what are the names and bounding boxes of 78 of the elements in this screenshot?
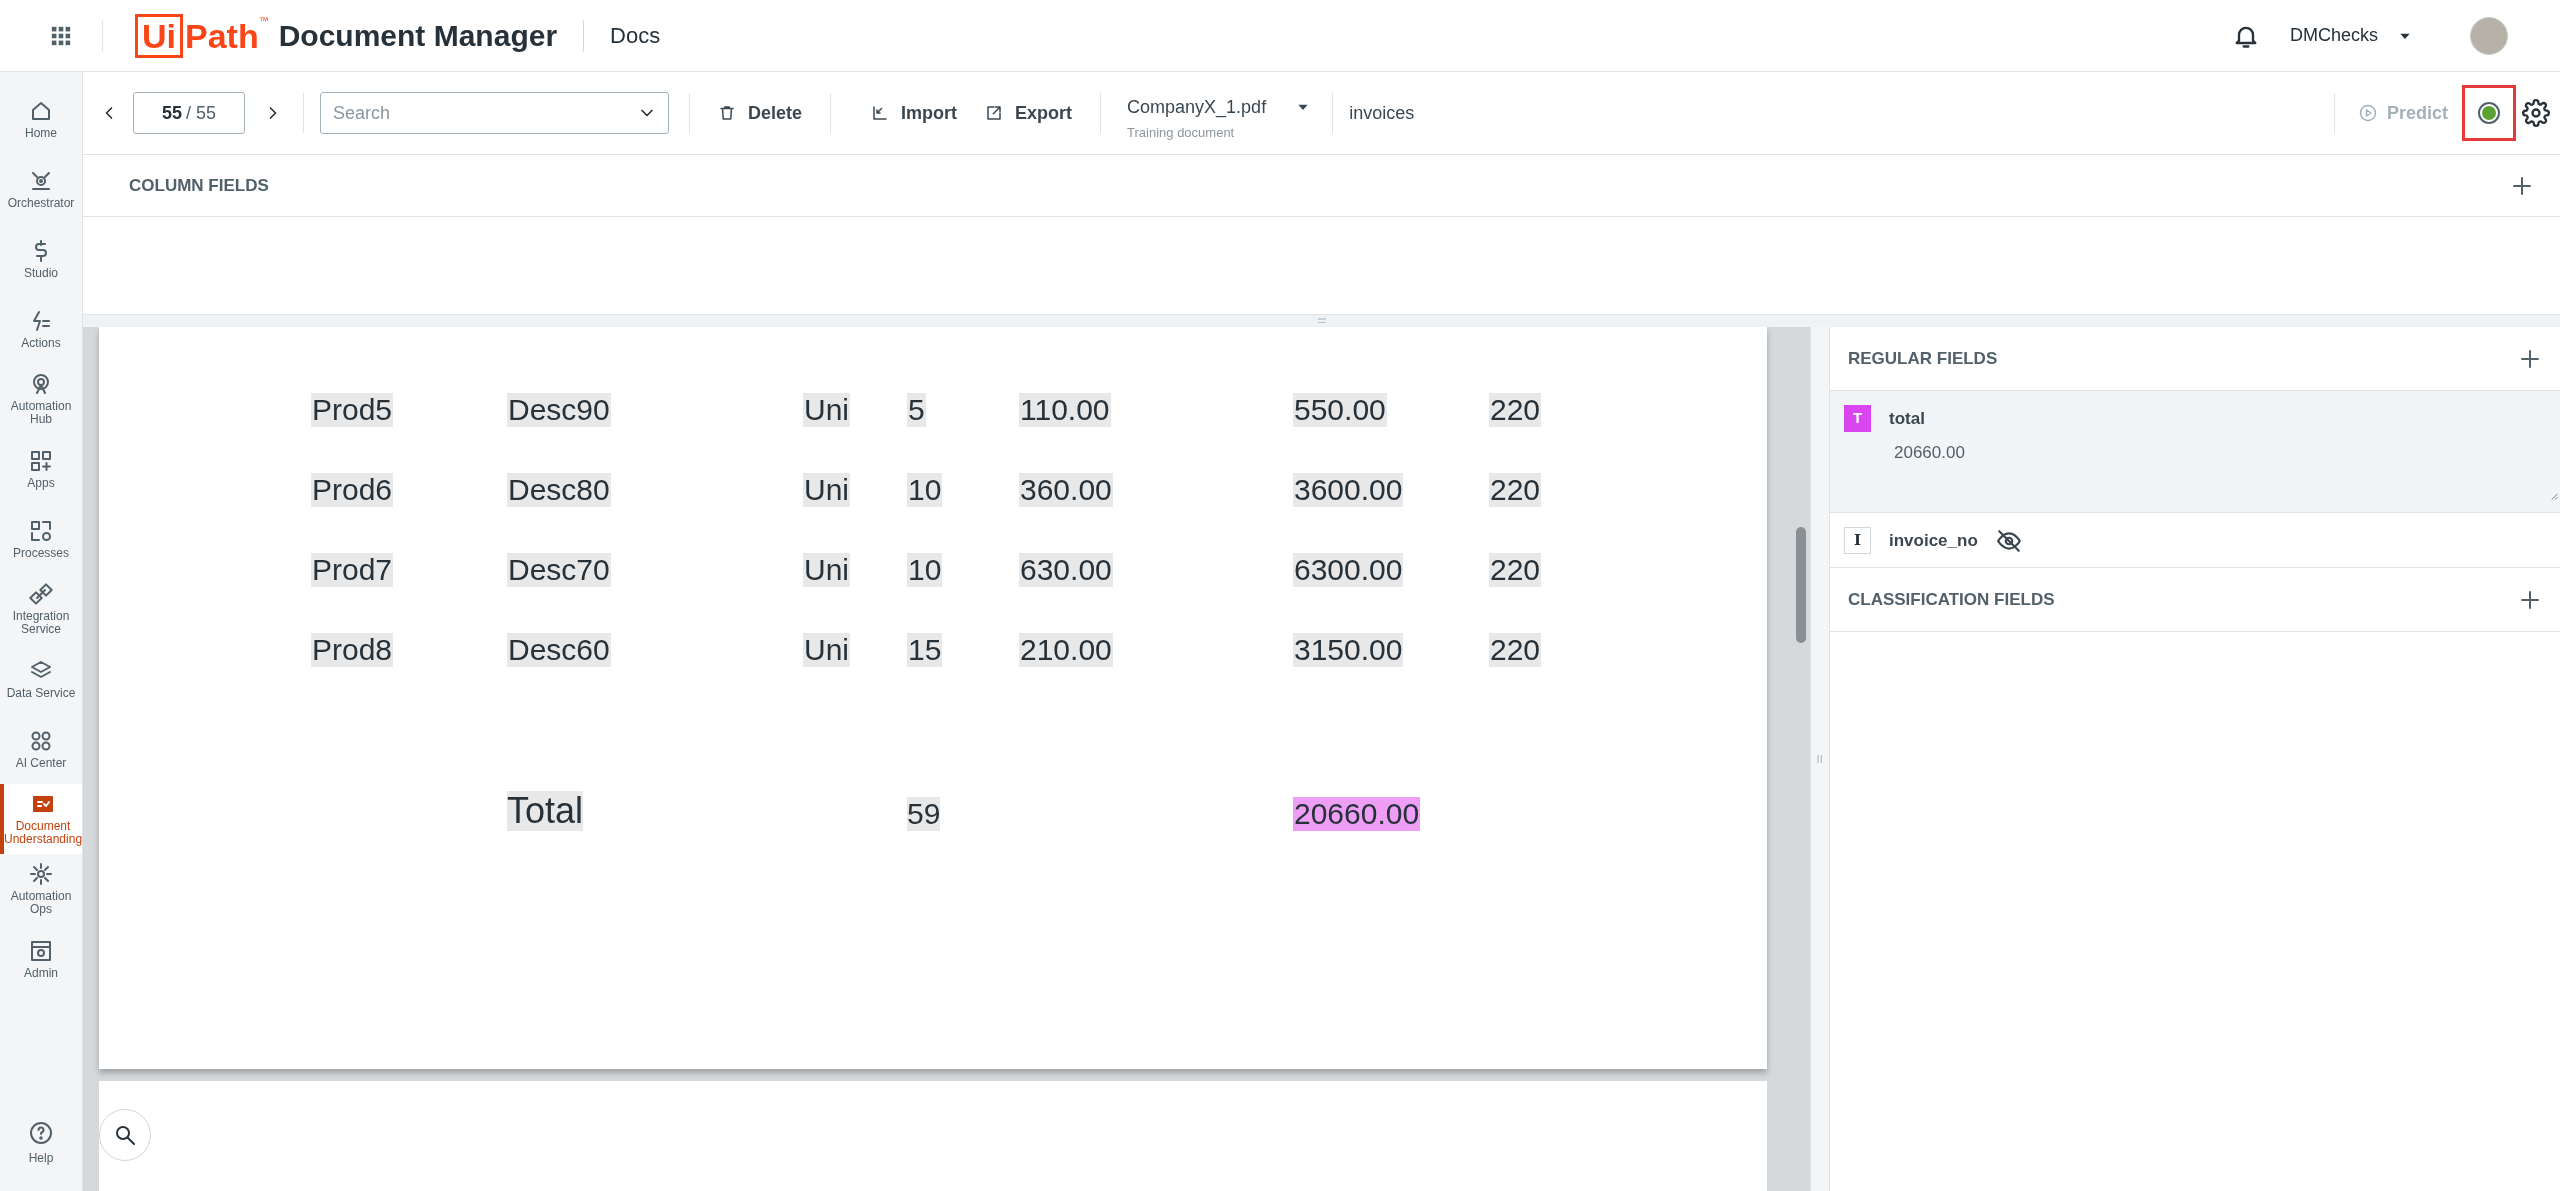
sidebar-item[interactable]: Studio bbox=[0, 224, 82, 294]
document-text: Desc90 bbox=[507, 393, 611, 427]
document-text: 110.00 bbox=[1019, 393, 1111, 427]
document-text: 360.00 bbox=[1019, 473, 1113, 507]
document-text: 6300.00 bbox=[1293, 553, 1404, 587]
sidebar-item[interactable]: Actions bbox=[0, 294, 82, 364]
document-text: 59 bbox=[907, 797, 941, 831]
field-name: total bbox=[1889, 407, 1925, 430]
scrollbar-thumb[interactable] bbox=[1796, 527, 1806, 643]
import-icon bbox=[871, 104, 890, 122]
sidebar-item[interactable]: Automation Hub bbox=[0, 364, 82, 434]
document-text: Uni bbox=[803, 553, 850, 587]
import-button[interactable]: Import bbox=[871, 99, 958, 127]
play-icon bbox=[2358, 104, 2377, 122]
document-text: Desc70 bbox=[507, 553, 611, 587]
field-item[interactable]: T total 20660.00 bbox=[1830, 391, 2560, 513]
document-text: 15 bbox=[907, 633, 943, 667]
field-name: invoice_no bbox=[1889, 529, 1978, 552]
section-title: Docs bbox=[610, 22, 661, 50]
document-text: 20660.00 bbox=[1293, 797, 1421, 831]
apps-grid-icon[interactable] bbox=[50, 24, 72, 47]
sidebar-item[interactable]: Document Understanding bbox=[0, 784, 82, 854]
document-text: 210.00 bbox=[1019, 633, 1113, 667]
help-button[interactable]: Help bbox=[0, 1121, 82, 1191]
document-text: Uni bbox=[803, 473, 850, 507]
document-text: Prod5 bbox=[311, 393, 394, 427]
help-icon bbox=[29, 1121, 53, 1145]
document-text: Prod6 bbox=[311, 473, 394, 507]
document-text: 3600.00 bbox=[1293, 473, 1404, 507]
uipath-logo: Ui Path™ Document Manager bbox=[135, 13, 558, 58]
apps-icon bbox=[29, 448, 53, 473]
field-value: 20660.00 bbox=[1894, 442, 1966, 464]
field-type-badge: I bbox=[1844, 527, 1871, 554]
document-text: 550.00 bbox=[1293, 393, 1387, 427]
document-text: Desc60 bbox=[507, 633, 611, 667]
section-header: COLUMN FIELDS bbox=[129, 174, 269, 197]
document-text: 3150.00 bbox=[1293, 633, 1404, 667]
document-text: Prod8 bbox=[311, 633, 394, 667]
user-menu[interactable]: DMChecks bbox=[2290, 22, 2412, 49]
export-icon bbox=[985, 104, 1004, 122]
document-text: Prod7 bbox=[311, 553, 394, 587]
delete-button[interactable]: Delete bbox=[718, 99, 803, 127]
document-text: 5 bbox=[907, 393, 926, 427]
search-field[interactable]: Search bbox=[320, 92, 669, 134]
document-text: 220 bbox=[1489, 473, 1542, 507]
sidebar-item[interactable]: Admin bbox=[0, 924, 82, 994]
sidebar-item[interactable]: Apps bbox=[0, 434, 82, 504]
document-text: 10 bbox=[907, 473, 943, 507]
document-text: 220 bbox=[1489, 553, 1542, 587]
eye-slash-icon[interactable] bbox=[1995, 527, 2022, 554]
sidebar-item[interactable]: Processes bbox=[0, 504, 82, 574]
document-text: 10 bbox=[907, 553, 943, 587]
settings-icon[interactable] bbox=[2522, 99, 2550, 127]
document-text: Total bbox=[507, 791, 584, 831]
processes-icon bbox=[29, 518, 53, 543]
field-type-badge: T bbox=[1844, 405, 1871, 432]
sidebar-item[interactable]: Integration Service bbox=[0, 574, 82, 644]
sidebar-item[interactable]: Automation Ops bbox=[0, 854, 82, 924]
file-type-label: Training document bbox=[1127, 123, 1236, 142]
sidebar-item[interactable]: AI Center bbox=[0, 714, 82, 784]
document-text: Uni bbox=[803, 633, 850, 667]
document-text: Desc80 bbox=[507, 473, 611, 507]
export-button[interactable]: Export bbox=[985, 99, 1073, 127]
file-dropdown[interactable]: CompanyX_1.pdf bbox=[1127, 93, 1311, 121]
taxonomy-label: invoices bbox=[1349, 101, 1415, 125]
document-text: Uni bbox=[803, 393, 850, 427]
document-text: 220 bbox=[1489, 633, 1542, 667]
section-header: REGULAR FIELDS bbox=[1848, 347, 1998, 370]
delete-icon bbox=[718, 104, 736, 122]
sidebar-item[interactable]: Data Service bbox=[0, 644, 82, 714]
page-input[interactable]: 55 / 55 bbox=[133, 92, 245, 134]
sidebar-item[interactable]: Orchestrator bbox=[0, 154, 82, 224]
status-toggle[interactable] bbox=[2462, 85, 2516, 141]
section-header: CLASSIFICATION FIELDS bbox=[1848, 588, 2055, 611]
search-icon bbox=[113, 1123, 137, 1147]
document-text: 220 bbox=[1489, 393, 1542, 427]
document-text: 630.00 bbox=[1019, 553, 1113, 587]
sidebar-item[interactable]: Home bbox=[0, 84, 82, 154]
